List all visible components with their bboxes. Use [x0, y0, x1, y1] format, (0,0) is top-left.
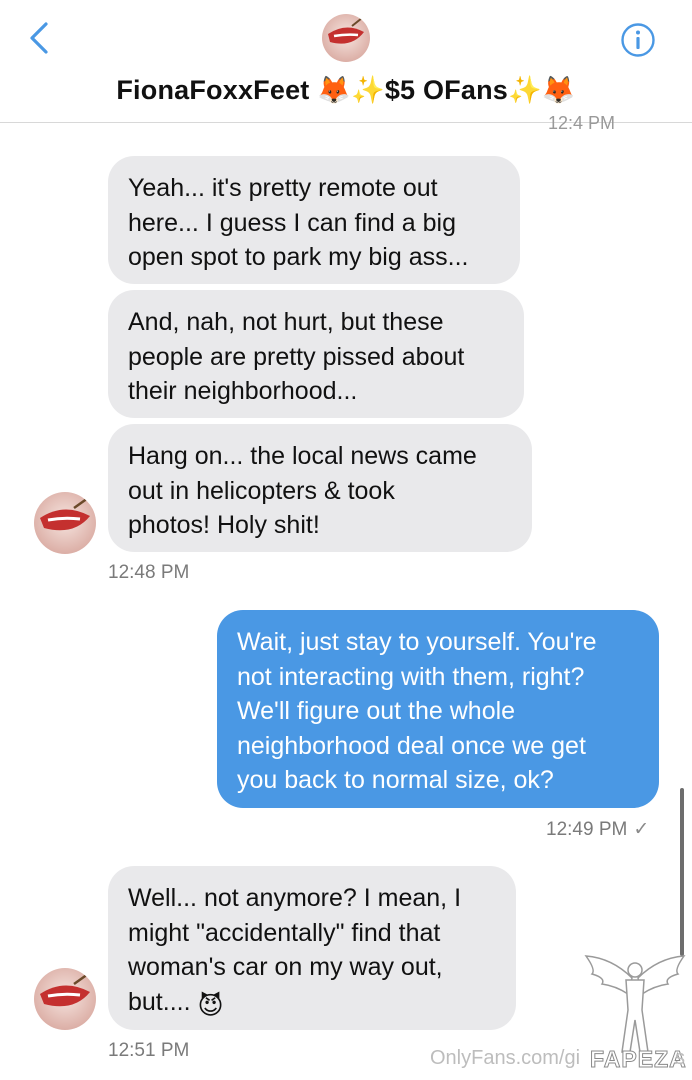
message-line: open spot to park my big ass...	[128, 243, 469, 271]
message-line: neighborhood deal once we get	[237, 731, 586, 760]
devil-emoji-icon: 😈	[197, 991, 224, 1020]
outgoing-message-bubble: Wait, just stay to yourself. You're not …	[217, 610, 659, 808]
incoming-message-bubble: Yeah... it's pretty remote out here... I…	[108, 156, 520, 284]
conversation-header: FionaFoxxFeet 🦊✨$5 OFans✨🦊 12:4 PM	[0, 0, 692, 133]
message-line: you back to normal size, ok?	[237, 766, 554, 794]
contact-avatar[interactable]	[322, 14, 370, 62]
message-line: their neighborhood...	[128, 377, 358, 405]
back-chevron-icon[interactable]	[22, 18, 58, 58]
message-line: people are pretty pissed about	[128, 342, 465, 371]
message-line: Wait, just stay to yourself. You're	[237, 628, 597, 656]
message-line-text: but....	[128, 987, 191, 1016]
timestamp-text: 12:49 PM	[546, 819, 628, 840]
watermark-url: OnlyFans.com/gi	[430, 1047, 581, 1069]
message-timestamp: 12:51 PM	[108, 1040, 190, 1061]
message-line: woman's car on my way out,	[128, 953, 443, 981]
message-timestamp: 12:49 PM ✓	[546, 818, 649, 841]
message-line: Hang on... the local news came	[128, 442, 477, 470]
message-line: Well... not anymore? I mean, I	[128, 884, 462, 912]
message-line: out in helicopters & took	[128, 476, 395, 505]
watermark-logo-text: FAPEZA	[590, 1046, 687, 1073]
incoming-message-bubble: Hang on... the local news came out in he…	[108, 424, 532, 552]
message-line: not interacting with them, right?	[237, 662, 585, 691]
sender-avatar[interactable]	[34, 492, 96, 554]
scrollbar[interactable]	[680, 788, 684, 956]
message-line: but.... 😈	[128, 985, 496, 1024]
contact-name: FionaFoxxFeet 🦊✨$5 OFans✨🦊	[116, 75, 576, 105]
previous-message-timestamp: 12:4 PM	[548, 113, 616, 133]
message-line: photos! Holy shit!	[128, 511, 320, 539]
angel-watermark-icon	[584, 955, 686, 1053]
message-line: And, nah, not hurt, but these	[128, 308, 444, 336]
message-line: We'll figure out the whole	[237, 697, 516, 725]
watermark-text: OnlyFans.com/gi	[430, 1047, 580, 1070]
read-check-icon: ✓	[633, 819, 650, 840]
incoming-message-bubble: And, nah, not hurt, but these people are…	[108, 290, 524, 418]
info-icon[interactable]	[620, 22, 656, 58]
incoming-message-bubble: Well... not anymore? I mean, I might "ac…	[108, 866, 516, 1030]
message-line: might "accidentally" find that	[128, 918, 441, 947]
sender-avatar[interactable]	[34, 968, 96, 1030]
message-timestamp: 12:48 PM	[108, 562, 190, 583]
message-line: Yeah... it's pretty remote out	[128, 174, 438, 202]
message-line: here... I guess I can find a big	[128, 208, 456, 237]
watermark-suffix: s	[675, 1047, 685, 1069]
